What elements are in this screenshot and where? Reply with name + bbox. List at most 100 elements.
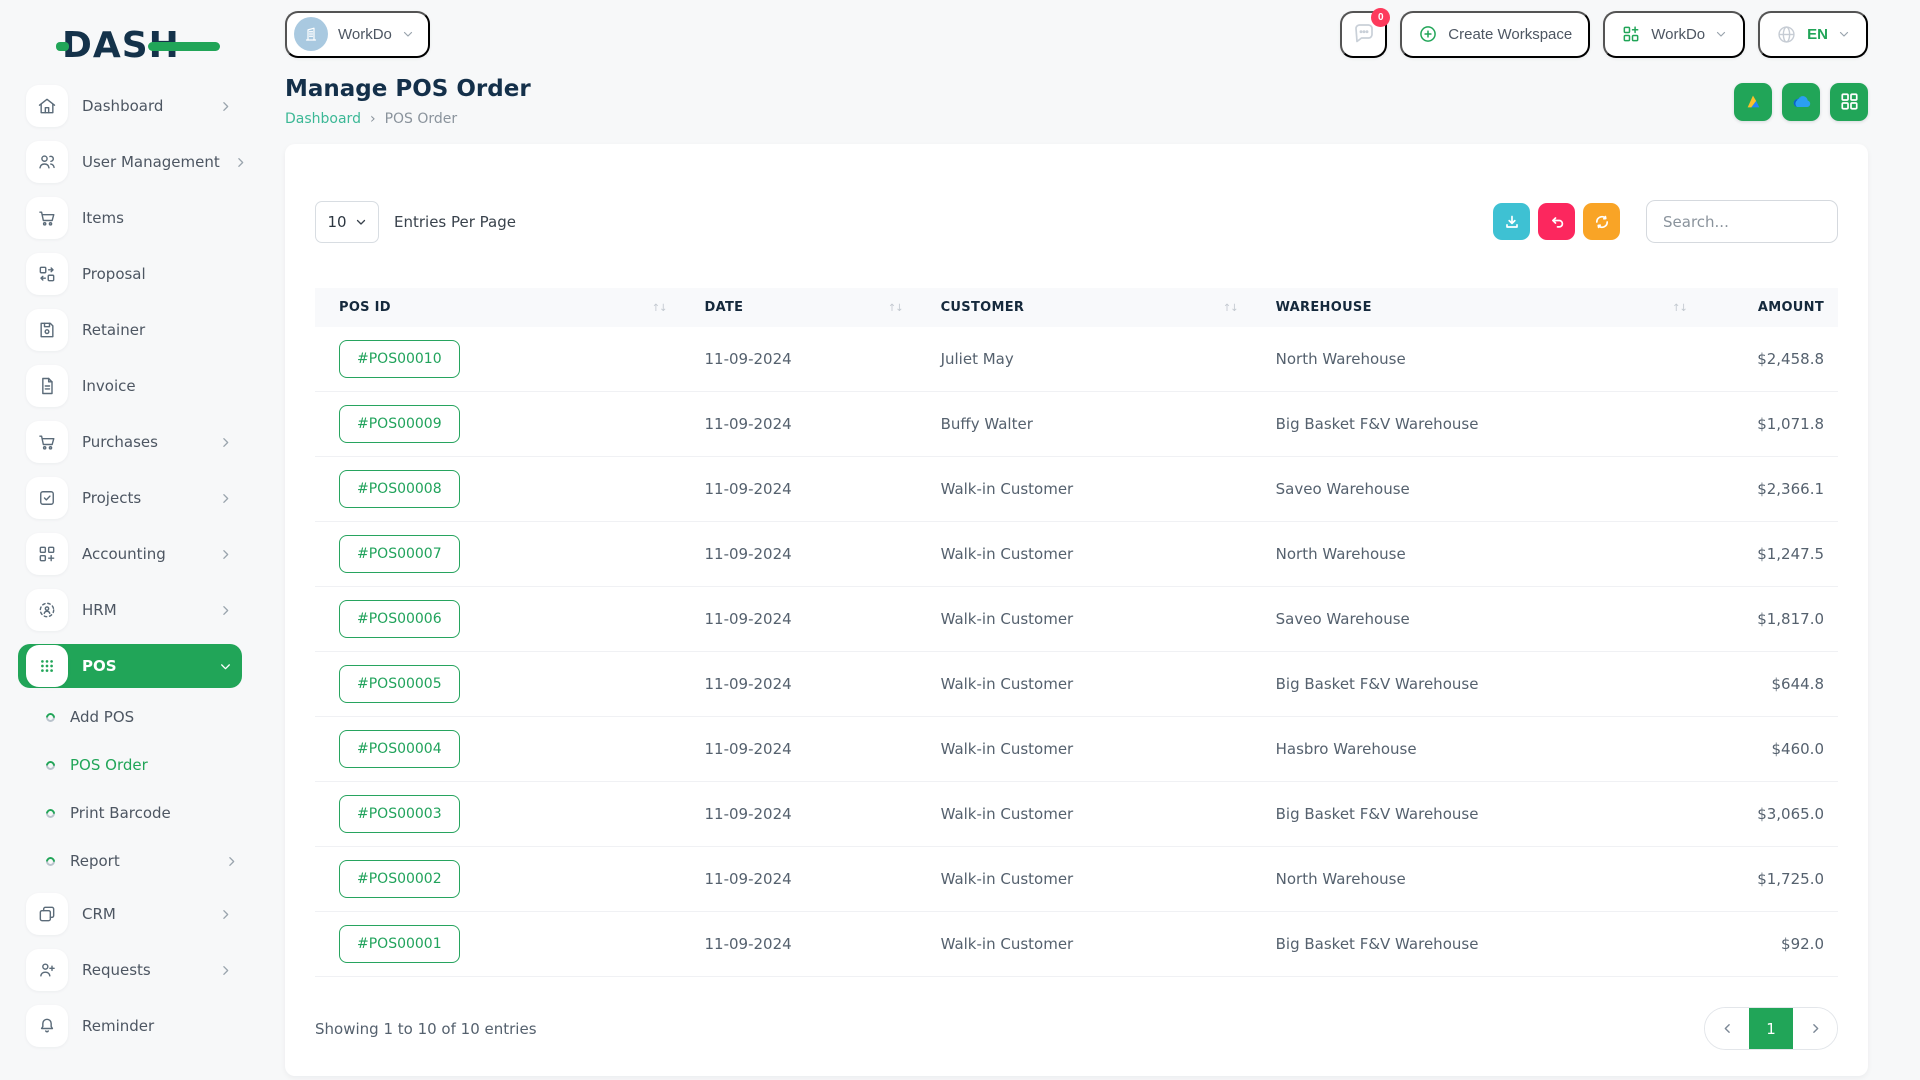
order-warehouse: Saveo Warehouse	[1252, 457, 1701, 522]
undo-button[interactable]	[1538, 203, 1575, 240]
quick-actions	[1734, 83, 1868, 121]
sidebar-item-invoice[interactable]: Invoice	[18, 364, 242, 408]
sidebar-subitem-label: Print Barcode	[70, 804, 242, 822]
pos-id-badge[interactable]: #POS00010	[339, 340, 460, 378]
topbar-right: 0 Create Workspace WorkDo EN	[1340, 11, 1868, 58]
sidebar-item-pos[interactable]: POS	[18, 644, 242, 688]
page-title: Manage POS Order	[285, 76, 531, 102]
next-page-button[interactable]	[1793, 1008, 1837, 1049]
order-amount: $1,725.0	[1701, 847, 1838, 912]
sidebar-item-accounting[interactable]: Accounting	[18, 532, 242, 576]
table-row: #POS00004 11-09-2024 Walk-in Customer Ha…	[315, 717, 1838, 782]
sidebar-item-label: Invoice	[82, 377, 232, 395]
sort-icon: ↑↓	[1223, 300, 1238, 314]
order-customer: Walk-in Customer	[917, 522, 1252, 587]
column-header-pos-id[interactable]: POS ID↑↓	[315, 288, 681, 327]
pos-id-badge[interactable]: #POS00003	[339, 795, 460, 833]
sidebar-subitem-label: Report	[70, 852, 210, 870]
chevron-right-icon	[225, 855, 238, 868]
sidebar-item-purchases[interactable]: Purchases	[18, 420, 242, 464]
language-selector[interactable]: EN	[1758, 11, 1868, 58]
accounting-icon	[26, 533, 68, 575]
sidebar-item-reminder[interactable]: Reminder	[18, 1004, 242, 1048]
order-amount: $2,458.8	[1701, 327, 1838, 392]
table-row: #POS00003 11-09-2024 Walk-in Customer Bi…	[315, 782, 1838, 847]
table-row: #POS00009 11-09-2024 Buffy Walter Big Ba…	[315, 392, 1838, 457]
sidebar-item-user-management[interactable]: User Management	[18, 140, 242, 184]
sidebar-item-label: User Management	[82, 153, 220, 171]
order-customer: Walk-in Customer	[917, 652, 1252, 717]
workspace-switcher[interactable]: WorkDo	[285, 11, 430, 58]
sidebar-item-retainer[interactable]: Retainer	[18, 308, 242, 352]
entries-per-page-select[interactable]: 10	[315, 201, 379, 243]
sidebar-subitem-report[interactable]: Report	[18, 844, 242, 878]
breadcrumb-dashboard-link[interactable]: Dashboard	[285, 111, 361, 127]
table-row: #POS00002 11-09-2024 Walk-in Customer No…	[315, 847, 1838, 912]
column-header-warehouse[interactable]: WAREHOUSE↑↓	[1252, 288, 1701, 327]
sidebar-item-projects[interactable]: Projects	[18, 476, 242, 520]
sidebar-item-requests[interactable]: Requests	[18, 948, 242, 992]
apps-plus-icon	[1621, 24, 1641, 44]
order-warehouse: North Warehouse	[1252, 847, 1701, 912]
sidebar-item-proposal[interactable]: Proposal	[18, 252, 242, 296]
chevron-down-icon	[355, 216, 367, 228]
sidebar-item-crm[interactable]: CRM	[18, 892, 242, 936]
chat-icon	[1352, 22, 1376, 46]
table-row: #POS00010 11-09-2024 Juliet May North Wa…	[315, 327, 1838, 392]
sidebar-item-items[interactable]: Items	[18, 196, 242, 240]
users-icon	[26, 141, 68, 183]
sidebar-item-label: Requests	[82, 961, 205, 979]
column-header-date[interactable]: DATE↑↓	[681, 288, 917, 327]
google-drive-button[interactable]	[1734, 83, 1772, 121]
grid-view-button[interactable]	[1830, 83, 1868, 121]
sidebar-subitem-pos-order[interactable]: POS Order	[18, 748, 242, 782]
sidebar-item-label: Reminder	[82, 1017, 232, 1035]
workdo-modules-button[interactable]: WorkDo	[1603, 11, 1745, 58]
sort-icon: ↑↓	[652, 300, 667, 314]
order-customer: Walk-in Customer	[917, 717, 1252, 782]
create-workspace-label: Create Workspace	[1448, 26, 1572, 43]
workdo-menu-label: WorkDo	[1651, 26, 1705, 43]
bullet-icon	[44, 711, 57, 724]
chevron-down-icon	[1715, 28, 1727, 40]
pos-id-badge[interactable]: #POS00002	[339, 860, 460, 898]
pos-id-badge[interactable]: #POS00008	[339, 470, 460, 508]
breadcrumb-current: POS Order	[385, 111, 458, 127]
pos-id-badge[interactable]: #POS00001	[339, 925, 460, 963]
retainer-icon	[26, 309, 68, 351]
previous-page-button[interactable]	[1705, 1008, 1749, 1049]
refresh-button[interactable]	[1583, 203, 1620, 240]
sidebar-nav: Dashboard User Management Items Proposal…	[18, 84, 242, 1048]
bullet-icon	[44, 807, 57, 820]
onedrive-button[interactable]	[1782, 83, 1820, 121]
sidebar-item-dashboard[interactable]: Dashboard	[18, 84, 242, 128]
sidebar: DASH Dashboard User Management Items Pro…	[0, 0, 258, 1080]
pos-id-badge[interactable]: #POS00009	[339, 405, 460, 443]
chevron-down-icon	[1838, 28, 1850, 40]
chevron-right-icon	[234, 156, 247, 169]
table-row: #POS00005 11-09-2024 Walk-in Customer Bi…	[315, 652, 1838, 717]
app-logo[interactable]: DASH	[62, 16, 242, 74]
order-date: 11-09-2024	[681, 782, 917, 847]
order-date: 11-09-2024	[681, 522, 917, 587]
messages-button[interactable]: 0	[1340, 11, 1387, 58]
sidebar-item-hrm[interactable]: HRM	[18, 588, 242, 632]
pos-id-badge[interactable]: #POS00005	[339, 665, 460, 703]
pos-order-card: 10 Entries Per Page	[285, 144, 1868, 1076]
sidebar-subitem-print-barcode[interactable]: Print Barcode	[18, 796, 242, 830]
column-header-customer[interactable]: CUSTOMER↑↓	[917, 288, 1252, 327]
export-button[interactable]	[1493, 203, 1530, 240]
create-workspace-button[interactable]: Create Workspace	[1400, 11, 1590, 58]
pos-id-badge[interactable]: #POS00004	[339, 730, 460, 768]
app-window: DASH Dashboard User Management Items Pro…	[0, 0, 1920, 1080]
sidebar-item-label: Accounting	[82, 545, 205, 563]
current-page[interactable]: 1	[1749, 1008, 1793, 1049]
sidebar-subitem-label: POS Order	[70, 756, 242, 774]
chevron-right-icon	[1809, 1022, 1822, 1035]
pos-id-badge[interactable]: #POS00006	[339, 600, 460, 638]
search-input[interactable]	[1646, 200, 1838, 243]
order-warehouse: Big Basket F&V Warehouse	[1252, 392, 1701, 457]
column-header-amount[interactable]: AMOUNT	[1701, 288, 1838, 327]
pos-id-badge[interactable]: #POS00007	[339, 535, 460, 573]
sidebar-subitem-add-pos[interactable]: Add POS	[18, 700, 242, 734]
